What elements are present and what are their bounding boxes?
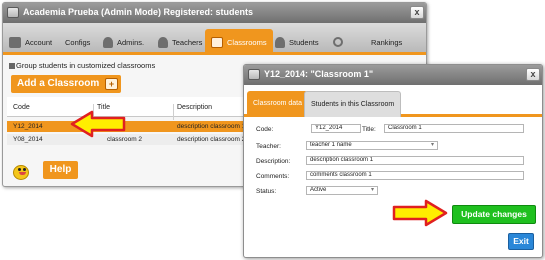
row-description: description classroom 2 — [177, 136, 246, 143]
dialog-icon — [248, 69, 260, 80]
tab-account[interactable]: Account — [9, 29, 52, 55]
update-changes-button[interactable]: Update changes — [452, 205, 536, 224]
pointer-arrow-icon — [70, 110, 126, 138]
teacher-label: Teacher: — [256, 143, 281, 150]
pointer-arrow-icon — [392, 199, 448, 227]
tab-classrooms[interactable]: Classrooms — [205, 29, 273, 55]
tab-label: Rankings — [371, 37, 403, 47]
classroom-icon — [211, 36, 223, 48]
dialog-title: Y12_2014: "Classroom 1" — [264, 69, 374, 79]
tab-classroom-data[interactable]: Classroom data — [247, 91, 309, 117]
header-code: Code — [13, 104, 30, 111]
tab-teachers[interactable]: Teachers — [158, 29, 202, 55]
exit-button[interactable]: Exit — [508, 233, 534, 250]
search-icon — [333, 37, 343, 47]
row-description: description classroom 1 — [177, 123, 246, 130]
chevron-down-icon: ▾ — [430, 142, 434, 148]
row-code: Y12_2014 — [13, 123, 43, 130]
classroom-dialog: Y12_2014: "Classroom 1" x Classroom data… — [243, 64, 543, 258]
title-label: Title: — [362, 126, 376, 133]
status-value: Active — [310, 187, 327, 193]
add-icon: + — [105, 78, 118, 90]
help-button[interactable]: Help — [43, 161, 78, 179]
status-label: Status: — [256, 188, 277, 195]
group-icon — [9, 63, 15, 70]
dialog-title-bar: Y12_2014: "Classroom 1" x — [244, 65, 542, 85]
chevron-down-icon: ▾ — [370, 187, 374, 193]
teacher-value: teacher 1 name — [310, 142, 352, 148]
code-field[interactable]: Y12_2014 — [311, 124, 361, 133]
smiley-icon — [11, 163, 33, 181]
tab-label: Students — [289, 37, 319, 47]
description-label: Description: — [256, 158, 291, 165]
smiley-eye — [18, 168, 21, 171]
main-title-bar: Academia Prueba (Admin Mode) Registered:… — [3, 3, 426, 23]
person-icon — [103, 36, 113, 48]
tab-admins[interactable]: Admins. — [103, 29, 144, 55]
tab-rankings[interactable]: Rankings — [371, 29, 402, 55]
tab-students[interactable]: Students — [275, 29, 319, 55]
dialog-tab-bar: Classroom data Students in this Classroo… — [244, 87, 542, 117]
teacher-select[interactable]: teacher 1 name ▾ — [306, 141, 438, 150]
group-description: Group students in customized classrooms — [9, 61, 155, 70]
app-icon — [7, 7, 19, 18]
comments-label: Comments: — [256, 173, 290, 180]
main-title: Academia Prueba (Admin Mode) Registered:… — [23, 7, 254, 17]
tab-search[interactable] — [333, 29, 347, 55]
comments-field[interactable]: comments classroom 1 — [306, 171, 524, 180]
person-icon — [158, 36, 168, 48]
status-select[interactable]: Active ▾ — [306, 186, 378, 195]
dialog-close-button[interactable]: x — [526, 68, 540, 81]
title-field[interactable]: Classroom 1 — [384, 124, 524, 133]
add-classroom-label: Add a Classroom — [17, 78, 100, 89]
description-field[interactable]: description classroom 1 — [306, 156, 524, 165]
person-icon — [275, 36, 285, 48]
row-code: Y08_2014 — [13, 136, 43, 143]
tab-label: Classrooms — [227, 37, 267, 47]
tab-label: Admins. — [117, 37, 145, 47]
tab-label: Teachers — [172, 37, 203, 47]
main-tab-bar: Account Configs Admins. Teachers Classro… — [3, 23, 426, 55]
tab-label: Configs — [65, 37, 91, 47]
smiley-eye — [23, 168, 26, 171]
add-classroom-button[interactable]: Add a Classroom + — [11, 75, 121, 93]
header-description: Description — [177, 104, 213, 111]
code-label: Code: — [256, 126, 274, 133]
tab-students-in-classroom[interactable]: Students in this Classroom — [304, 91, 402, 117]
group-text: Group students in customized classrooms — [16, 61, 156, 70]
tab-label: Account — [25, 37, 53, 47]
tab-configs[interactable]: Configs — [65, 29, 90, 55]
column-divider — [173, 104, 174, 120]
folder-icon — [9, 36, 21, 48]
close-button[interactable]: x — [410, 6, 424, 19]
